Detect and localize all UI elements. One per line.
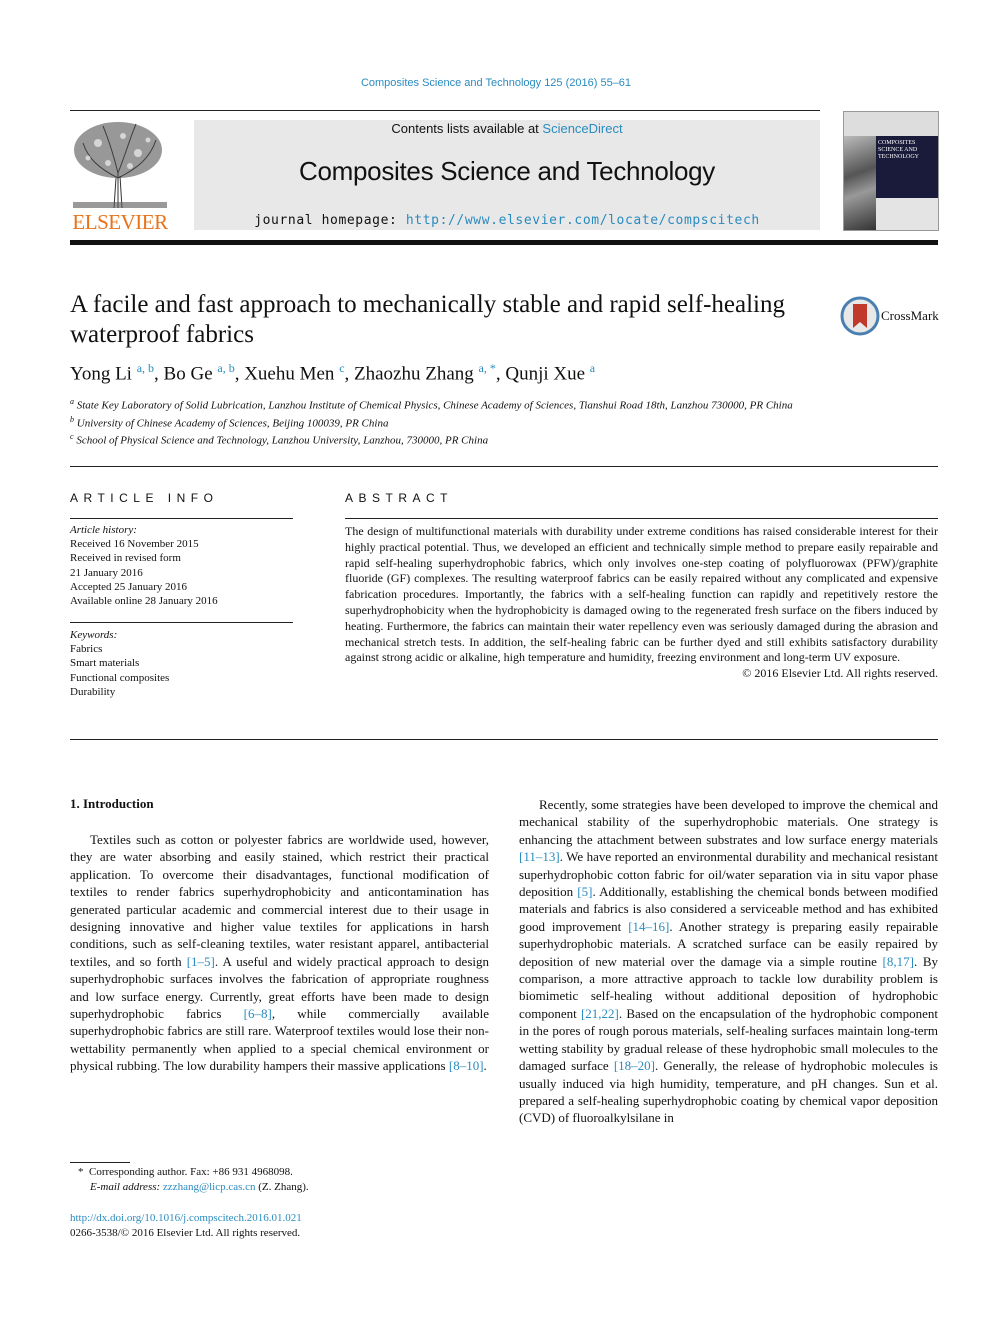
paragraph: Textiles such as cotton or polyester fab… [70, 831, 489, 1075]
history-item: 21 January 2016 [70, 566, 143, 579]
author-list: Yong Li a, b, Bo Ge a, b, Xuehu Men c, Z… [70, 361, 596, 385]
affiliation-text: School of Physical Science and Technolog… [76, 434, 489, 447]
footnote-star: * [78, 1166, 84, 1178]
citation-link[interactable]: [8,17] [883, 954, 914, 969]
author-name[interactable]: Yong Li [70, 363, 132, 384]
citation-link[interactable]: [6–8] [244, 1006, 272, 1021]
contents-prefix: Contents lists available at [391, 121, 543, 136]
citation-link[interactable]: [21,22] [581, 1006, 619, 1021]
author-name[interactable]: Zhaozhu Zhang [354, 363, 474, 384]
citation-link[interactable]: [8–10] [449, 1058, 484, 1073]
cover-title-text: COMPOSITES SCIENCE AND TECHNOLOGY [878, 140, 919, 160]
abstract-copyright: © 2016 Elsevier Ltd. All rights reserved… [742, 666, 938, 681]
cover-top-band [844, 112, 938, 136]
citation-link[interactable]: [5] [577, 884, 592, 899]
affiliation-item: b University of Chinese Academy of Scien… [70, 413, 830, 431]
journal-reference-link[interactable]: Composites Science and Technology 125 (2… [0, 77, 992, 89]
article-history: Article history: Received 16 November 20… [70, 523, 293, 608]
affiliations: a State Key Laboratory of Solid Lubricat… [70, 395, 830, 448]
author-name[interactable]: Qunji Xue [505, 363, 585, 384]
paragraph: Recently, some strategies have been deve… [519, 796, 938, 1127]
author-affiliation-mark[interactable]: a [590, 361, 595, 375]
email-label: E-mail address: [90, 1181, 163, 1193]
author-name[interactable]: Xuehu Men [244, 363, 334, 384]
cover-bottom-band [876, 198, 938, 230]
sciencedirect-link[interactable]: ScienceDirect [542, 121, 622, 136]
journal-homepage-line: journal homepage: http://www.elsevier.co… [194, 213, 820, 228]
journal-homepage-link[interactable]: http://www.elsevier.com/locate/compscite… [406, 213, 760, 228]
homepage-prefix: journal homepage: [254, 213, 406, 228]
header-thick-rule [70, 240, 938, 245]
section-heading-introduction: 1. Introduction [70, 796, 154, 811]
abstract-body: The design of multifunctional materials … [345, 524, 938, 682]
journal-title: Composites Science and Technology [299, 156, 715, 186]
header-top-rule [70, 110, 820, 111]
article-title: A facile and fast approach to mechanical… [70, 291, 785, 348]
author-name[interactable]: Bo Ge [164, 363, 213, 384]
section-rule [70, 739, 938, 740]
affiliation-mark: b [70, 414, 74, 424]
history-item: Available online 28 January 2016 [70, 595, 218, 608]
body-text: . [483, 1058, 487, 1074]
cover-photo [844, 136, 876, 230]
elsevier-logo[interactable]: ELSEVIER [68, 118, 172, 234]
history-item: Accepted 25 January 2016 [70, 580, 187, 593]
crossmark-icon [840, 296, 880, 336]
crossmark-label: CrossMark [881, 308, 939, 323]
affiliation-mark: c [70, 432, 74, 442]
elsevier-wordmark: ELSEVIER [72, 210, 168, 234]
citation-link[interactable]: [14–16] [628, 919, 669, 934]
doi-link[interactable]: http://dx.doi.org/10.1016/j.compscitech.… [70, 1211, 490, 1226]
citation-link[interactable]: [18–20] [614, 1058, 655, 1073]
keywords-rule [70, 622, 293, 623]
author-affiliation-mark[interactable]: a, b [217, 361, 234, 375]
keyword-item: Durability [70, 685, 116, 698]
citation-link[interactable]: [11–13] [519, 849, 560, 864]
affiliation-text: University of Chinese Academy of Science… [76, 417, 389, 430]
affiliation-item: c School of Physical Science and Technol… [70, 430, 830, 448]
keyword-item: Functional composites [70, 671, 170, 684]
contents-line: Contents lists available at ScienceDirec… [194, 121, 820, 136]
affiliation-text: State Key Laboratory of Solid Lubricatio… [76, 399, 793, 412]
body-column-left: Textiles such as cotton or polyester fab… [70, 831, 489, 1075]
keyword-item: Smart materials [70, 657, 140, 670]
body-text: Textiles such as cotton or polyester fab… [70, 832, 489, 969]
affiliation-mark: a [70, 397, 74, 406]
issn-copyright: 0266-3538/© 2016 Elsevier Ltd. All right… [70, 1227, 301, 1239]
history-item: Received 16 November 2015 [70, 538, 199, 551]
author-affiliation-mark[interactable]: a, b [137, 361, 154, 375]
history-item: Received in revised form [70, 552, 181, 565]
article-info-heading: ARTICLE INFO [70, 491, 219, 505]
corresponding-author-footnote: * Corresponding author. Fax: +86 931 496… [70, 1165, 490, 1195]
body-column-right: Recently, some strategies have been deve… [519, 796, 938, 1127]
keyword-item: Fabrics [70, 643, 103, 656]
history-label: Article history: [70, 524, 137, 536]
doi-block: http://dx.doi.org/10.1016/j.compscitech.… [70, 1211, 490, 1241]
journal-cover-thumbnail[interactable]: COMPOSITES SCIENCE AND TECHNOLOGY [843, 111, 939, 231]
abstract-rule [345, 518, 938, 519]
abstract-heading: ABSTRACT [345, 491, 454, 505]
corresponding-author-text: Corresponding author. Fax: +86 931 49680… [89, 1166, 293, 1178]
footnote-rule [70, 1162, 130, 1163]
abstract-text: The design of multifunctional materials … [345, 524, 938, 665]
author-affiliation-mark[interactable]: c [339, 361, 344, 375]
email-link[interactable]: zzzhang@licp.cas.cn [163, 1181, 256, 1193]
keywords-label: Keywords: [70, 629, 118, 641]
author-affiliation-mark[interactable]: a, * [479, 361, 496, 375]
affiliation-item: a State Key Laboratory of Solid Lubricat… [70, 395, 830, 413]
crossmark-button[interactable]: CrossMark [840, 296, 940, 336]
email-suffix: (Z. Zhang). [255, 1181, 309, 1193]
body-text: Recently, some strategies have been deve… [519, 797, 938, 847]
section-rule [70, 466, 938, 467]
citation-link[interactable]: [1–5] [187, 954, 215, 969]
keywords: Keywords: Fabrics Smart materials Functi… [70, 628, 293, 699]
article-info-rule [70, 518, 293, 519]
